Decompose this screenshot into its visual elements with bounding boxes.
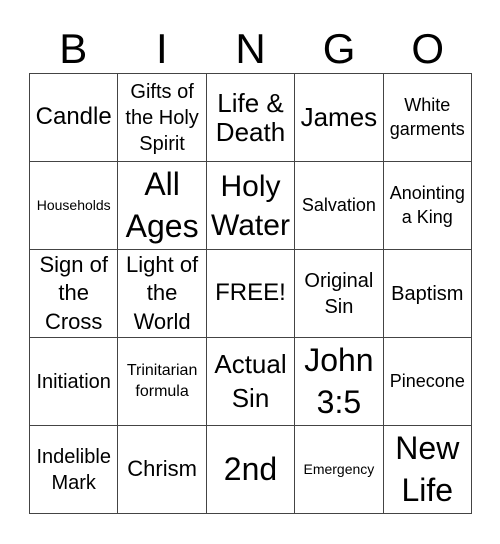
header-letter-b: B [59, 25, 88, 72]
bingo-cell[interactable]: Candle [30, 74, 119, 162]
bingo-cell[interactable]: Salvation [295, 162, 384, 250]
bingo-cell[interactable]: Life & Death [206, 74, 296, 162]
bingo-cell[interactable]: Holy Water [206, 162, 296, 250]
header-letter-g: G [322, 25, 356, 72]
bingo-cell[interactable]: Sign of the Cross [30, 250, 119, 338]
bingo-cell[interactable]: Actual Sin [206, 338, 296, 426]
bingo-cell[interactable]: James [295, 74, 384, 162]
bingo-cell[interactable]: Original Sin [295, 250, 384, 338]
bingo-cell[interactable]: Trinitarian formula [118, 338, 207, 426]
bingo-grid: Candle Gifts of the Holy Spirit Life & D… [29, 73, 472, 514]
bingo-cell[interactable]: Gifts of the Holy Spirit [118, 74, 207, 162]
bingo-cell[interactable]: Light of the World [118, 250, 207, 338]
header-letter-o: O [411, 25, 445, 72]
bingo-cell[interactable]: Indelible Mark [30, 426, 119, 514]
bingo-cell[interactable]: John 3:5 [295, 338, 384, 426]
bingo-cell[interactable]: Pinecone [383, 338, 472, 426]
bingo-cell[interactable]: Anointing a King [383, 162, 472, 250]
free-space[interactable]: FREE! [206, 250, 296, 338]
bingo-cell[interactable]: Baptism [383, 250, 472, 338]
bingo-cell[interactable]: Initiation [30, 338, 119, 426]
bingo-cell[interactable]: All Ages [118, 162, 207, 250]
bingo-header: B I N G O [29, 27, 472, 71]
header-letter-i: I [156, 25, 168, 72]
bingo-cell[interactable]: Chrism [118, 426, 207, 514]
bingo-cell[interactable]: Households [30, 162, 119, 250]
bingo-cell[interactable]: 2nd [206, 426, 296, 514]
header-letter-n: N [235, 25, 266, 72]
bingo-cell[interactable]: White garments [383, 74, 472, 162]
bingo-cell[interactable]: Emergency [295, 426, 384, 514]
bingo-cell[interactable]: New Life [383, 426, 472, 514]
